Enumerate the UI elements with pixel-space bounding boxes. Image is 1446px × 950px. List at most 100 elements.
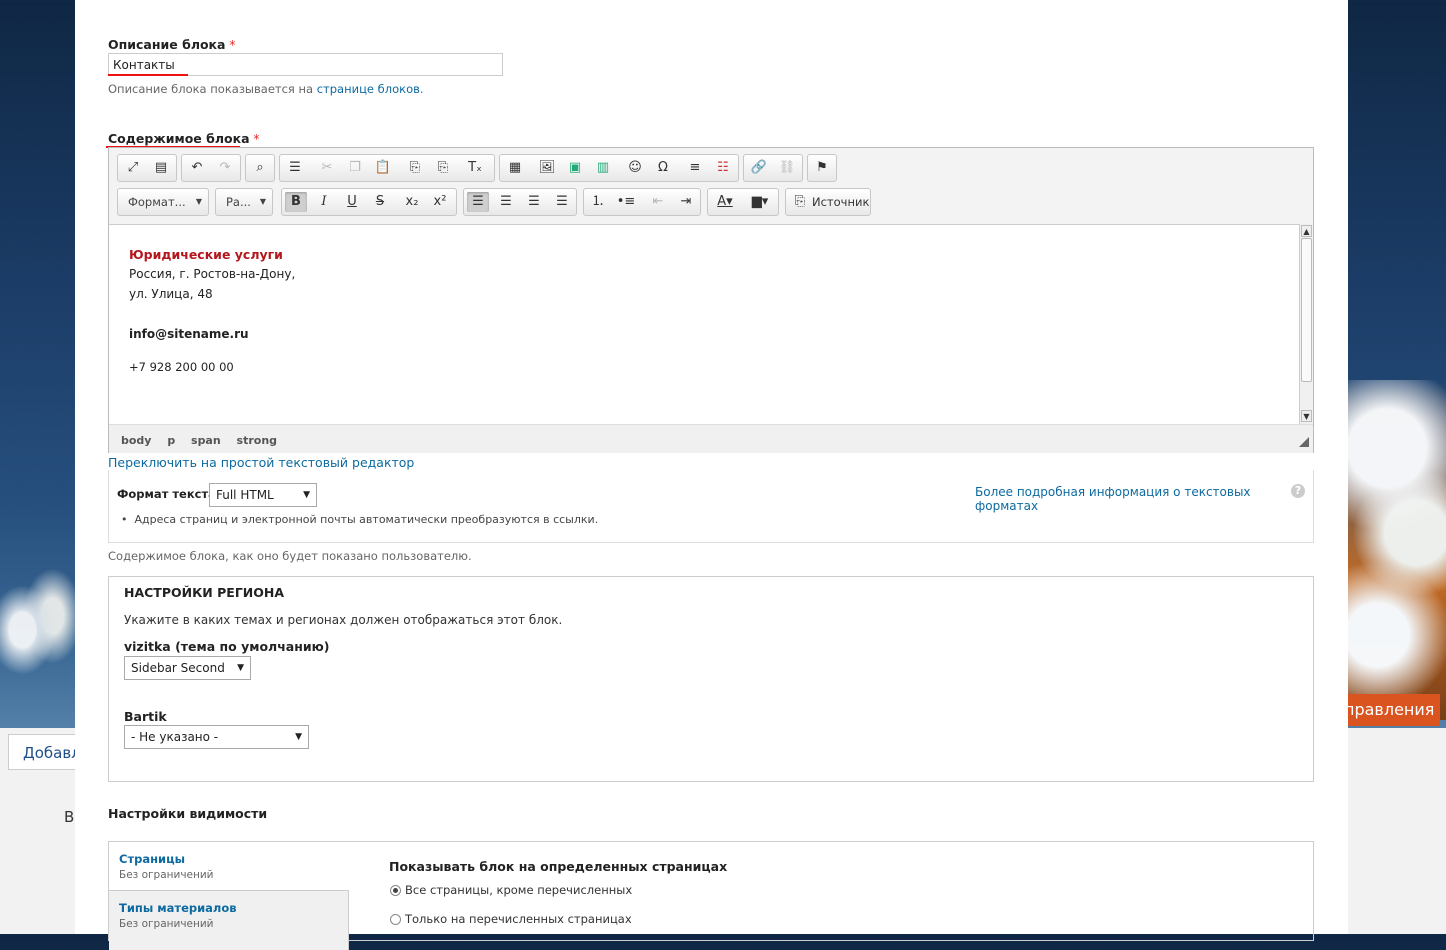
toolbar-group-insert: ▦ 🖼 ▣ ▥ ☺ Ω ≡ ☷ xyxy=(499,154,739,182)
source-label: Источник xyxy=(812,195,870,209)
unlink-icon[interactable]: ⛓ xyxy=(776,158,798,178)
pages-visibility-title: Показывать блок на определенных страница… xyxy=(389,859,728,874)
background-color-icon[interactable]: ▆▾ xyxy=(746,192,774,212)
select-all-icon[interactable]: ☰ xyxy=(284,158,306,178)
editor-content-area[interactable]: Юридические услуги Россия, г. Ростов-на-… xyxy=(109,224,1299,425)
underline-button[interactable]: U xyxy=(341,192,363,212)
help-text: Описание блока показывается на xyxy=(108,82,314,96)
text-format-select[interactable]: Full HTML ▼ xyxy=(209,483,317,507)
paste-word-icon[interactable]: ⎘ xyxy=(432,158,454,178)
block-description-input[interactable] xyxy=(108,53,503,76)
text-format-value: Full HTML xyxy=(216,488,274,502)
bold-button[interactable]: B xyxy=(285,192,307,212)
indent-icon[interactable]: ⇥ xyxy=(675,192,697,212)
format-combo-label: Формат... xyxy=(128,195,186,209)
path-item[interactable]: span xyxy=(191,434,221,447)
size-combo-label: Ра... xyxy=(226,195,251,209)
italic-button[interactable]: I xyxy=(313,192,335,212)
iframe-icon[interactable]: ▣ xyxy=(564,158,586,178)
format-combo[interactable]: Формат... ▼ xyxy=(117,188,209,216)
align-center-icon[interactable]: ☰ xyxy=(495,192,517,212)
text-format-box: Формат текста Full HTML ▼ Более подробна… xyxy=(108,470,1314,543)
chevron-down-icon: ▼ xyxy=(195,197,202,206)
toolbar-group-view: ⤢ ▤ xyxy=(117,154,177,182)
theme-bartik-region-select[interactable]: - Не указано - ▼ xyxy=(124,725,309,749)
format-tip-text: Адреса страниц и электронной почты автом… xyxy=(134,513,599,526)
path-item[interactable]: strong xyxy=(237,434,278,447)
toolbar-group-basicstyles: B I U S x₂ x² xyxy=(281,188,457,216)
undo-icon[interactable]: ↶ xyxy=(186,158,208,178)
bulleted-list-icon[interactable]: •≡ xyxy=(615,192,637,212)
block-content-help: Содержимое блока, как оно будет показано… xyxy=(108,549,472,563)
remove-format-icon[interactable]: Tₓ xyxy=(464,158,486,178)
smiley-icon[interactable]: ☺ xyxy=(624,158,646,178)
blocks-page-link[interactable]: странице блоков xyxy=(317,82,420,96)
red-underline-annotation xyxy=(108,74,188,76)
image-icon[interactable]: 🖼 xyxy=(536,158,558,178)
more-info-formats-link[interactable]: Более подробная информация о текстовых ф… xyxy=(975,485,1313,513)
text-color-icon[interactable]: A▾ xyxy=(711,192,739,212)
block-form-overlay: Описание блока * Описание блока показыва… xyxy=(75,0,1348,950)
toolbar-group-anchor: ⚑ xyxy=(807,154,837,182)
theme-vizitka-label: vizitka (тема по умолчанию) xyxy=(124,639,330,654)
vertical-tab-content-types[interactable]: Типы материалов Без ограничений xyxy=(109,890,349,950)
resize-handle-icon[interactable] xyxy=(1299,437,1309,447)
scroll-up-icon[interactable]: ▲ xyxy=(1301,225,1312,237)
toolbar-group-links: 🔗 ⛓ xyxy=(743,154,803,182)
theme-vizitka-region-select[interactable]: Sidebar Second ▼ xyxy=(124,656,251,680)
editor-scrollbar[interactable]: ▲ ▼ xyxy=(1299,224,1313,424)
link-icon[interactable]: 🔗 xyxy=(748,158,770,178)
page-break-icon[interactable]: ☷ xyxy=(712,158,734,178)
flash-icon[interactable]: ▥ xyxy=(592,158,614,178)
toolbar-group-lists: ⒈ •≡ ⇤ ⇥ xyxy=(583,188,701,216)
scroll-thumb[interactable] xyxy=(1301,238,1312,382)
bullet-icon: • xyxy=(121,513,128,526)
outdent-icon[interactable]: ⇤ xyxy=(647,192,669,212)
superscript-button[interactable]: x² xyxy=(429,192,451,212)
cut-icon[interactable]: ✂ xyxy=(316,158,338,178)
text-format-label: Формат текста xyxy=(117,487,216,501)
vertical-tab-content-types-summary: Без ограничений xyxy=(119,918,214,930)
justify-icon[interactable]: ☰ xyxy=(551,192,573,212)
horizontal-rule-icon[interactable]: ≡ xyxy=(684,158,706,178)
size-combo[interactable]: Ра... ▼ xyxy=(215,188,273,216)
scroll-down-icon[interactable]: ▼ xyxy=(1301,410,1312,422)
align-left-icon[interactable]: ☰ xyxy=(467,192,489,212)
numbered-list-icon[interactable]: ⒈ xyxy=(587,192,609,212)
background-flowers-image xyxy=(1348,380,1446,720)
paste-icon[interactable]: 📋 xyxy=(372,158,394,178)
redo-icon[interactable]: ↷ xyxy=(214,158,236,178)
email-text: info@sitename.ru xyxy=(129,327,249,341)
find-icon[interactable]: ⌕ xyxy=(249,158,271,178)
toolbar-group-find: ⌕ xyxy=(245,154,275,182)
special-char-icon[interactable]: Ω xyxy=(652,158,674,178)
align-right-icon[interactable]: ☰ xyxy=(523,192,545,212)
maximize-icon[interactable]: ⤢ xyxy=(122,158,144,178)
radio-only-listed[interactable] xyxy=(390,914,401,925)
radio-all-except-label: Все страницы, кроме перечисленных xyxy=(405,883,633,897)
theme-bartik-label: Bartik xyxy=(124,709,167,724)
region-settings-fieldset: НАСТРОЙКИ РЕГИОНА Укажите в каких темах … xyxy=(108,576,1314,782)
subscript-button[interactable]: x₂ xyxy=(401,192,423,212)
anchor-icon[interactable]: ⚑ xyxy=(811,158,833,178)
help-icon[interactable]: ? xyxy=(1291,484,1305,498)
format-tip: • Адреса страниц и электронной почты авт… xyxy=(121,513,598,526)
source-button[interactable]: ⎘ Источник xyxy=(785,188,871,216)
block-content-label-text: Содержимое блока xyxy=(108,131,250,146)
table-icon[interactable]: ▦ xyxy=(504,158,526,178)
radio-only-listed-label: Только на перечисленных страницах xyxy=(405,912,632,926)
strike-button[interactable]: S xyxy=(369,192,391,212)
region-settings-title: НАСТРОЙКИ РЕГИОНА xyxy=(124,585,285,600)
block-description-help: Описание блока показывается на странице … xyxy=(108,82,424,96)
chevron-down-icon: ▼ xyxy=(295,732,302,742)
paste-text-icon[interactable]: ⎘ xyxy=(404,158,426,178)
vertical-tab-pages[interactable]: Страницы Без ограничений xyxy=(109,842,349,890)
required-mark: * xyxy=(253,132,260,146)
path-item[interactable]: p xyxy=(167,434,175,447)
show-blocks-icon[interactable]: ▤ xyxy=(150,158,172,178)
copy-icon[interactable]: ❐ xyxy=(344,158,366,178)
path-item[interactable]: body xyxy=(121,434,151,447)
element-path: body p span strong xyxy=(121,433,289,447)
radio-all-except[interactable] xyxy=(390,885,401,896)
switch-plain-editor-link[interactable]: Переключить на простой текстовый редакто… xyxy=(108,455,414,470)
